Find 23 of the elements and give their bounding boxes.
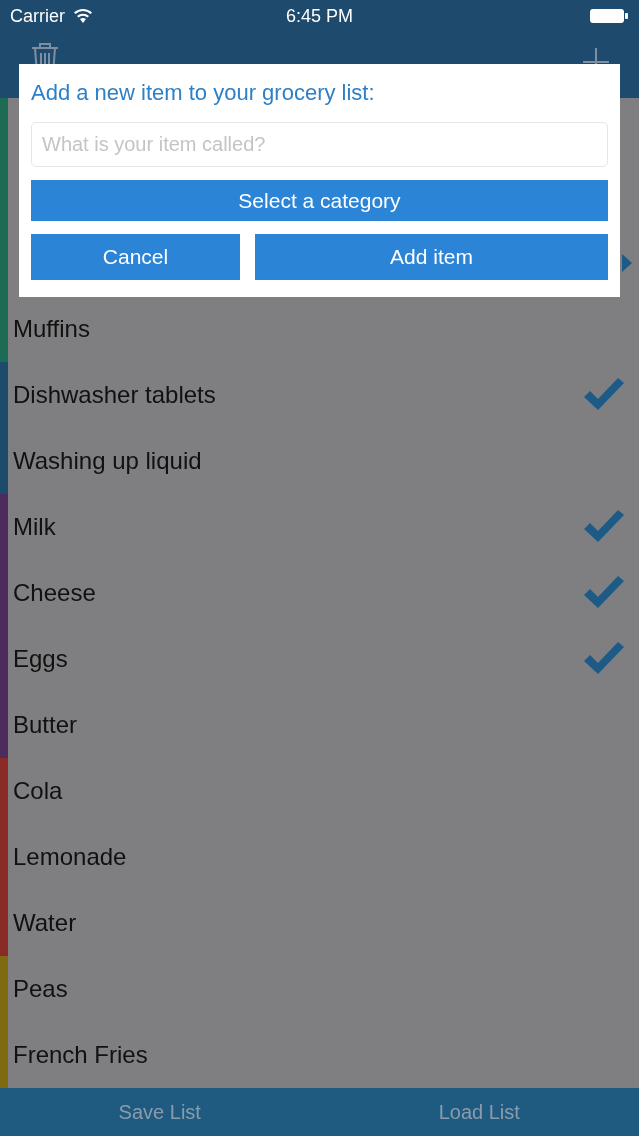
item-label[interactable]: Cola [13,773,63,809]
wifi-icon [73,8,93,24]
item-label[interactable]: Dishwasher tablets [13,377,216,413]
select-category-button[interactable]: Select a category [31,180,608,221]
carrier-label: Carrier [10,4,65,28]
dialog-button[interactable]: Cancel [31,234,240,280]
clock-label: 6:45 PM [285,4,353,28]
item-label[interactable]: Washing up liquid [13,443,202,479]
item-label[interactable]: Eggs [13,641,68,677]
toolbar-button[interactable]: Save List [114,1097,205,1127]
item-label[interactable]: Milk [13,509,56,545]
dialog-title: Add a new item to your grocery list: [31,79,376,107]
item-label[interactable]: Muffins [13,311,90,347]
item-label[interactable]: French Fries [13,1037,148,1073]
item-label[interactable]: Cheese [13,575,96,611]
item-label[interactable]: Peas [13,971,68,1007]
item-label[interactable]: Water [13,905,77,941]
toolbar-button[interactable]: Load List [434,1097,524,1127]
item-label[interactable]: Butter [13,707,78,743]
dialog-button[interactable]: Add item [255,234,608,280]
battery-icon [589,8,629,24]
item-name-field[interactable]: What is your item called? [31,122,608,167]
item-label[interactable]: Lemonade [13,839,127,875]
